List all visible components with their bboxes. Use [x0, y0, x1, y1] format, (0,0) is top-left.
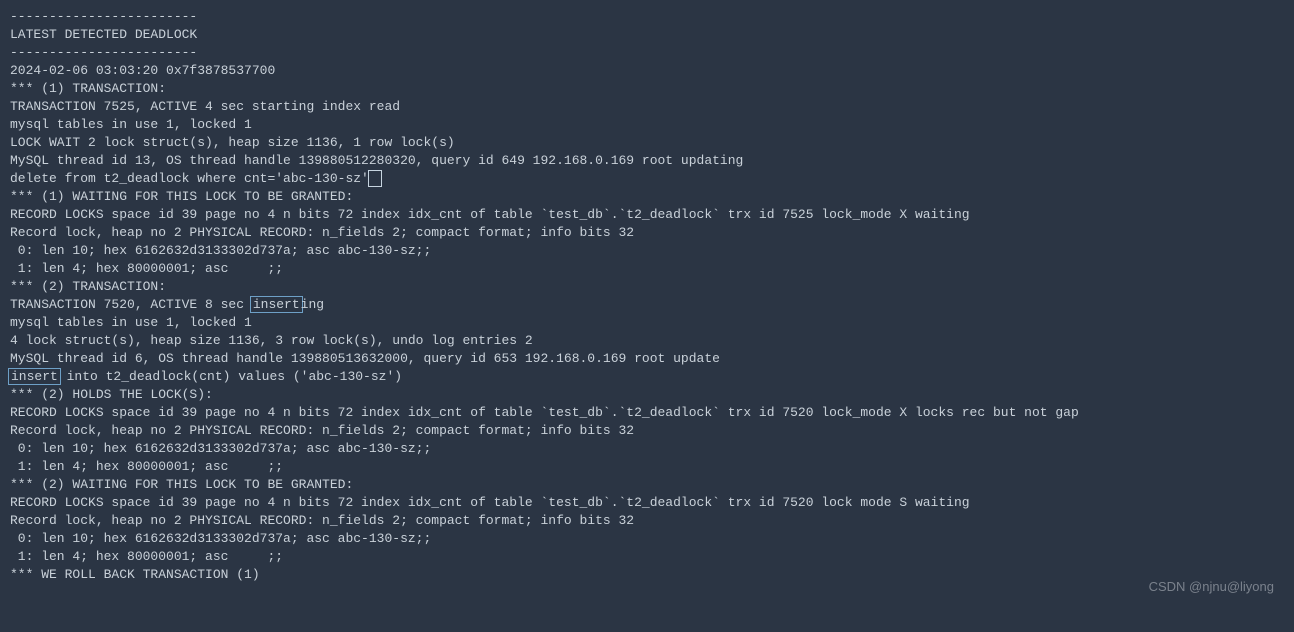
log-line: Record lock, heap no 2 PHYSICAL RECORD: … [10, 512, 1284, 530]
log-line: *** (1) WAITING FOR THIS LOCK TO BE GRAN… [10, 188, 1284, 206]
log-line: *** (1) TRANSACTION: [10, 80, 1284, 98]
log-line: 4 lock struct(s), heap size 1136, 3 row … [10, 332, 1284, 350]
log-line: delete from t2_deadlock where cnt='abc-1… [10, 170, 1284, 188]
log-text: ing [301, 297, 324, 312]
highlight-box: insert [250, 296, 303, 313]
log-line: mysql tables in use 1, locked 1 [10, 314, 1284, 332]
log-line: 1: len 4; hex 80000001; asc ;; [10, 458, 1284, 476]
log-line: MySQL thread id 13, OS thread handle 139… [10, 152, 1284, 170]
log-line: LOCK WAIT 2 lock struct(s), heap size 11… [10, 134, 1284, 152]
log-line: 0: len 10; hex 6162632d3133302d737a; asc… [10, 530, 1284, 548]
log-line: insert into t2_deadlock(cnt) values ('ab… [10, 368, 1284, 386]
log-line: MySQL thread id 6, OS thread handle 1398… [10, 350, 1284, 368]
log-line: Record lock, heap no 2 PHYSICAL RECORD: … [10, 224, 1284, 242]
log-line: *** (2) TRANSACTION: [10, 278, 1284, 296]
log-line: *** (2) WAITING FOR THIS LOCK TO BE GRAN… [10, 476, 1284, 494]
log-text: delete from t2_deadlock where cnt='abc-1… [10, 171, 369, 186]
highlight-box: insert [8, 368, 61, 385]
watermark: CSDN @njnu@liyong [1149, 578, 1274, 596]
log-line: 2024-02-06 03:03:20 0x7f3878537700 [10, 62, 1284, 80]
log-line: 0: len 10; hex 6162632d3133302d737a; asc… [10, 242, 1284, 260]
cursor [368, 170, 382, 187]
log-line: TRANSACTION 7525, ACTIVE 4 sec starting … [10, 98, 1284, 116]
log-line: mysql tables in use 1, locked 1 [10, 116, 1284, 134]
log-line: LATEST DETECTED DEADLOCK [10, 26, 1284, 44]
log-line: 1: len 4; hex 80000001; asc ;; [10, 260, 1284, 278]
log-text: into t2_deadlock(cnt) values ('abc-130-s… [59, 369, 402, 384]
log-line: TRANSACTION 7520, ACTIVE 8 sec inserting [10, 296, 1284, 314]
terminal-output: ------------------------ LATEST DETECTED… [0, 0, 1294, 632]
log-line: Record lock, heap no 2 PHYSICAL RECORD: … [10, 422, 1284, 440]
log-line: *** WE ROLL BACK TRANSACTION (1) [10, 566, 1284, 584]
log-line: RECORD LOCKS space id 39 page no 4 n bit… [10, 206, 1284, 224]
log-line: RECORD LOCKS space id 39 page no 4 n bit… [10, 494, 1284, 512]
log-line: 0: len 10; hex 6162632d3133302d737a; asc… [10, 440, 1284, 458]
log-text: TRANSACTION 7520, ACTIVE 8 sec [10, 297, 252, 312]
log-line: ------------------------ [10, 44, 1284, 62]
log-line: RECORD LOCKS space id 39 page no 4 n bit… [10, 404, 1284, 422]
log-line: ------------------------ [10, 8, 1284, 26]
log-line: *** (2) HOLDS THE LOCK(S): [10, 386, 1284, 404]
log-line: 1: len 4; hex 80000001; asc ;; [10, 548, 1284, 566]
